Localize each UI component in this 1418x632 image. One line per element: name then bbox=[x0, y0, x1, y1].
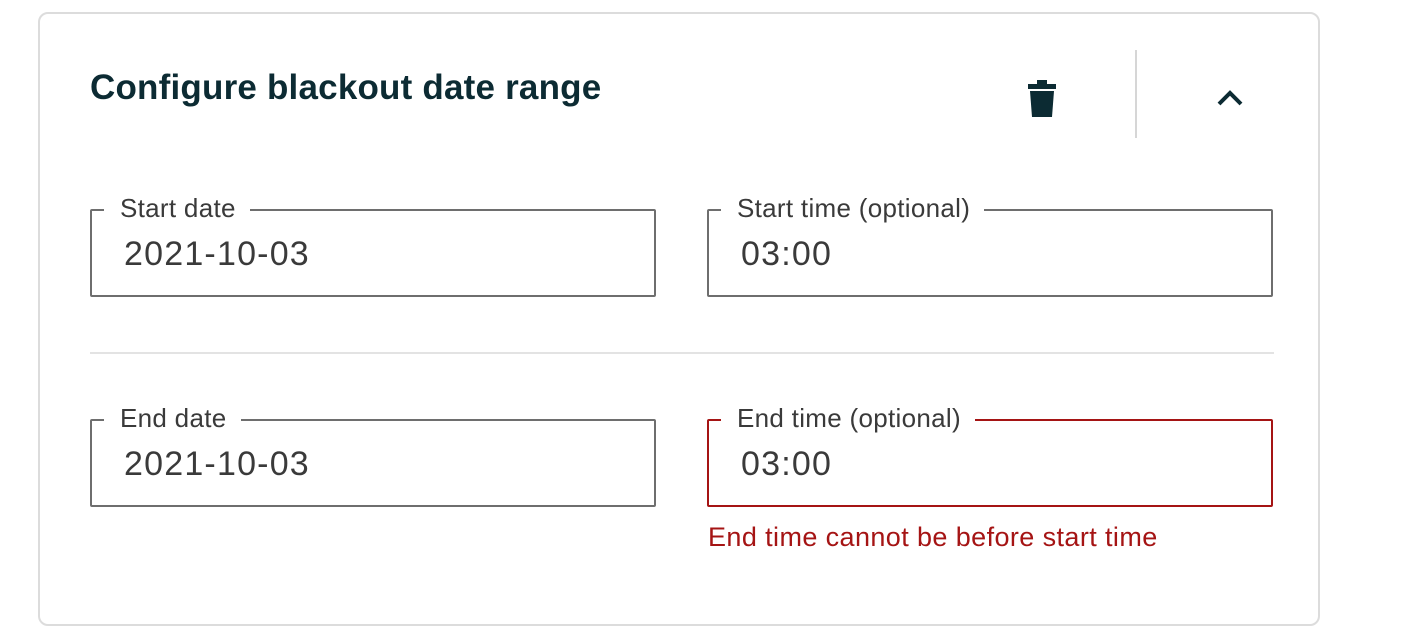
start-time-field[interactable]: Start time (optional) bbox=[707, 191, 1273, 297]
trash-icon bbox=[1028, 80, 1056, 117]
start-date-input[interactable] bbox=[124, 231, 624, 277]
header-divider bbox=[1135, 50, 1137, 138]
chevron-up-icon bbox=[1217, 90, 1243, 106]
start-time-label: Start time (optional) bbox=[721, 191, 985, 225]
collapse-button[interactable] bbox=[1200, 68, 1260, 128]
section-divider bbox=[90, 352, 1274, 354]
end-time-label: End time (optional) bbox=[721, 401, 975, 435]
end-time-input[interactable] bbox=[741, 441, 1241, 487]
end-date-field[interactable]: End date bbox=[90, 401, 656, 507]
delete-button[interactable] bbox=[1012, 68, 1072, 128]
blackout-date-range-card: Configure blackout date range Start date… bbox=[38, 12, 1320, 626]
start-date-field[interactable]: Start date bbox=[90, 191, 656, 297]
end-date-label: End date bbox=[104, 401, 241, 435]
end-time-error-message: End time cannot be before start time bbox=[708, 522, 1158, 552]
end-date-input[interactable] bbox=[124, 441, 624, 487]
start-date-label: Start date bbox=[104, 191, 250, 225]
card-title: Configure blackout date range bbox=[90, 68, 602, 107]
start-time-input[interactable] bbox=[741, 231, 1241, 277]
end-time-field[interactable]: End time (optional) bbox=[707, 401, 1273, 507]
